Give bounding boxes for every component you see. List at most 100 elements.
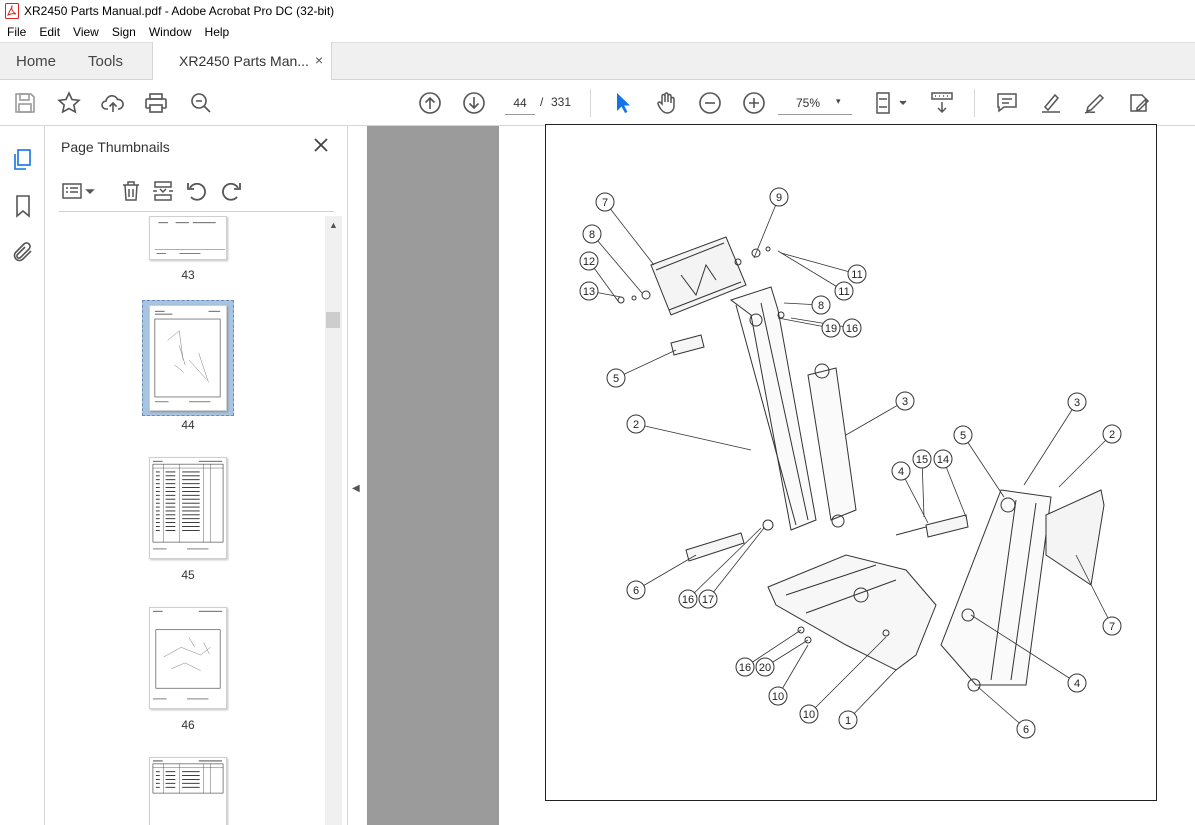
document-viewer[interactable]: ◀ 7 9 8 11 12 13 11 8 19 16 5 3 2 3 5 2 … — [348, 124, 1195, 825]
thumbnail-page-46[interactable] — [149, 607, 227, 709]
callout-number: 2 — [1109, 429, 1115, 441]
callout-bubble: 7 — [595, 192, 615, 212]
close-icon[interactable] — [311, 135, 331, 155]
fit-page-icon[interactable] — [874, 91, 910, 115]
scrollbar-thumb[interactable] — [326, 312, 340, 328]
thumbnail-page-43[interactable] — [149, 216, 227, 260]
rotate-right-icon[interactable] — [219, 179, 243, 203]
menu-file[interactable]: File — [0, 25, 32, 39]
collapse-panel-icon[interactable]: ◀ — [352, 483, 360, 494]
draw-icon[interactable] — [1083, 91, 1107, 115]
callout-bubble: 17 — [698, 589, 718, 609]
document-tab-label: XR2450 Parts Man... — [179, 53, 309, 69]
callout-number: 6 — [1023, 724, 1029, 736]
callout-number: 10 — [772, 691, 784, 703]
callout-bubble: 10 — [799, 704, 819, 724]
callout-leader — [847, 669, 897, 721]
comment-icon[interactable] — [995, 91, 1019, 115]
scroll-mode-icon[interactable] — [930, 91, 954, 115]
thumbnail-label: 45 — [181, 568, 195, 582]
callout-number: 8 — [818, 300, 824, 312]
thumbnail-tools — [59, 176, 334, 212]
callout-number: 14 — [937, 454, 949, 466]
extract-pages-icon[interactable] — [151, 179, 175, 203]
tab-bar: Home Tools XR2450 Parts Man... × — [0, 42, 1195, 80]
callout-number: 9 — [776, 192, 782, 204]
rotate-left-icon[interactable] — [185, 179, 209, 203]
callout-bubble: 10 — [768, 686, 788, 706]
callout-leader — [962, 434, 1005, 498]
menu-view[interactable]: View — [66, 25, 105, 39]
callout-bubble: 15 — [912, 449, 932, 469]
callout-bubble: 13 — [579, 281, 599, 301]
callout-bubble: 20 — [755, 657, 775, 677]
cursor-icon[interactable] — [610, 91, 634, 115]
callout-leader — [1023, 401, 1078, 486]
tab-document[interactable]: XR2450 Parts Man... × — [152, 42, 332, 80]
zoom-search-icon[interactable] — [189, 91, 213, 115]
callout-bubble: 1 — [838, 710, 858, 730]
zoom-value: 75% — [796, 96, 821, 110]
page-number-input[interactable]: 44 — [505, 91, 535, 115]
cloud-upload-icon[interactable] — [101, 91, 125, 115]
callout-bubble: 4 — [1067, 673, 1087, 693]
callout-leader — [604, 201, 655, 266]
fill-sign-icon[interactable] — [1127, 91, 1151, 115]
menu-help[interactable]: Help — [198, 25, 236, 39]
toolbar-divider — [974, 89, 975, 117]
callout-number: 12 — [583, 256, 595, 268]
exploded-parts-drawing: 7 98111213 11819 1653235 2415 147616 1716 20101… — [579, 187, 1122, 739]
toolbar-divider — [590, 89, 591, 117]
callout-leader — [1058, 433, 1113, 488]
scroll-up-icon[interactable]: ▲ — [329, 220, 338, 230]
attachment-icon[interactable] — [11, 240, 35, 264]
callout-number: 11 — [851, 269, 862, 281]
callout-bubble: 8 — [811, 295, 831, 315]
thumbnail-label: 43 — [181, 268, 195, 282]
star-icon[interactable] — [57, 91, 81, 115]
callout-bubble: 5 — [606, 368, 626, 388]
menu-edit[interactable]: Edit — [32, 25, 66, 39]
delete-icon[interactable] — [119, 179, 143, 203]
tab-tools[interactable]: Tools — [88, 53, 123, 70]
arrow-up-icon[interactable] — [418, 91, 442, 115]
page-thumbnails-icon[interactable] — [11, 148, 35, 172]
callout-number: 8 — [589, 229, 595, 241]
thumbnail-list: 43 44 45 46 — [45, 216, 325, 825]
callout-bubble: 4 — [891, 461, 911, 481]
options-menu-icon[interactable] — [61, 179, 95, 203]
callout-number: 5 — [613, 373, 619, 385]
highlight-icon[interactable] — [1039, 91, 1063, 115]
callout-bubble: 3 — [895, 391, 915, 411]
thumbnail-page-44[interactable] — [149, 305, 227, 411]
printer-icon[interactable] — [144, 91, 168, 115]
callout-bubble: 5 — [953, 425, 973, 445]
hand-icon[interactable] — [654, 91, 678, 115]
panel-title: Page Thumbnails — [61, 139, 170, 155]
menu-window[interactable]: Window — [142, 25, 198, 39]
thumbnail-scrollbar[interactable]: ▲ — [325, 216, 342, 825]
callout-leader — [615, 349, 677, 379]
callout-bubble: 6 — [1016, 719, 1036, 739]
zoom-out-icon[interactable] — [698, 91, 722, 115]
callout-bubble: 2 — [626, 414, 646, 434]
callout-number: 16 — [846, 323, 858, 335]
arrow-down-icon[interactable] — [462, 91, 486, 115]
thumbnail-page-45[interactable] — [149, 457, 227, 559]
callout-number: 16 — [682, 594, 694, 606]
zoom-in-icon[interactable] — [742, 91, 766, 115]
save-icon[interactable] — [13, 91, 37, 115]
close-tab-button[interactable]: × — [315, 52, 323, 68]
callout-number: 10 — [803, 709, 815, 721]
bookmark-icon[interactable] — [11, 194, 35, 218]
menu-sign[interactable]: Sign — [105, 25, 142, 39]
callout-number: 5 — [960, 430, 966, 442]
callout-bubble: 16 — [735, 657, 755, 677]
tab-home[interactable]: Home — [16, 53, 56, 70]
callout-number: 7 — [602, 197, 608, 209]
thumbnail-page-47[interactable] — [149, 757, 227, 825]
zoom-select[interactable]: 75% ▾ — [778, 91, 852, 115]
callout-number: 6 — [633, 585, 639, 597]
callout-number: 3 — [1074, 397, 1080, 409]
page-separator: / — [540, 95, 544, 109]
